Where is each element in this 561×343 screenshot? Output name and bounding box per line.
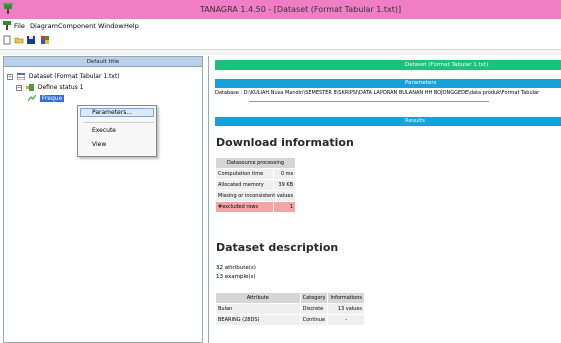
tree-label-frequency: Freque: [39, 95, 65, 102]
table-row: Computation time 0 ms: [215, 168, 297, 180]
tree-node-frequency[interactable]: Freque: [28, 94, 65, 103]
table-row: Bulan Discrete 13 values: [215, 303, 365, 315]
diagram-tree-pane: Default title − Dataset (Format Tabular …: [3, 56, 203, 343]
row-label: Allocated memory: [215, 179, 274, 191]
row-label: Computation time: [215, 168, 274, 180]
row-value: 1: [272, 201, 297, 213]
results-bar: Results: [215, 117, 561, 126]
menu-help[interactable]: Help: [124, 22, 139, 30]
cell: Discrete: [299, 303, 329, 315]
table-row: #excluded rows 1: [215, 201, 297, 213]
context-parameters[interactable]: Parameters...: [92, 109, 132, 116]
diagram-title: Default title: [4, 57, 202, 67]
cell: 13 values: [327, 303, 365, 315]
collapse-icon[interactable]: −: [7, 73, 13, 80]
menu-bar: File Diagram Component Window Help: [0, 19, 561, 33]
download-info-heading: Download information: [216, 136, 354, 149]
row-value: 0 ms: [272, 168, 297, 180]
cell: BEARING (28DS): [215, 314, 301, 326]
toolbar: [0, 33, 561, 49]
context-menu: Parameters... Execute View: [77, 105, 157, 157]
tree-node-define-status[interactable]: − Define status 1: [16, 83, 84, 92]
row-value: 39 KB: [272, 179, 297, 191]
save-icon[interactable]: [26, 35, 36, 45]
row-label: #excluded rows: [215, 201, 274, 213]
column-header: Attribute: [215, 292, 301, 304]
toolbar-divider: [0, 49, 561, 55]
define-status-icon: [25, 84, 34, 91]
menu-diagram[interactable]: Diagram: [30, 22, 58, 30]
collapse-icon[interactable]: −: [16, 84, 22, 91]
table-row: BEARING (28DS) Continue -: [215, 314, 365, 326]
load-data-icon[interactable]: [40, 35, 50, 45]
column-header: Category: [299, 292, 329, 304]
new-diagram-icon[interactable]: [2, 35, 12, 45]
menu-file[interactable]: File: [14, 22, 25, 30]
dataset-table-icon: [16, 73, 25, 80]
parameters-rule: [249, 101, 489, 102]
dataset-description-heading: Dataset description: [216, 241, 339, 254]
context-view[interactable]: View: [92, 141, 106, 148]
context-execute[interactable]: Execute: [92, 127, 116, 134]
tree-label-define-status: Define status 1: [37, 84, 84, 91]
column-header: Informations: [327, 292, 365, 304]
title-bar: TANAGRA 1.4.50 - [Dataset (Format Tabula…: [0, 0, 561, 19]
tree-node-dataset[interactable]: − Dataset (Format Tabular 1.txt): [7, 72, 120, 81]
results-pane: Dataset (Format Tabular 1.txt) Parameter…: [208, 56, 561, 343]
table-row: Missing or inconsistent values: [214, 190, 297, 202]
window-title: TANAGRA 1.4.50 - [Dataset (Format Tabula…: [199, 5, 402, 14]
open-icon[interactable]: [14, 35, 24, 45]
row-label: Missing or inconsistent values: [214, 190, 297, 202]
menu-component[interactable]: Component: [58, 22, 96, 30]
dataset-header-bar: Dataset (Format Tabular 1.txt): [215, 60, 561, 70]
context-separator: [84, 122, 154, 123]
database-path: Database : D:\KULIAH Nusa Mandiri\SEMEST…: [215, 90, 540, 96]
parameters-bar: Parameters: [215, 79, 561, 88]
cell: Bulan: [215, 303, 301, 315]
cell: -: [327, 314, 365, 326]
tanagra-menu-icon[interactable]: [2, 20, 12, 30]
component-icon: [28, 95, 36, 102]
table-header: Datasource processing: [214, 157, 297, 169]
examples-count: 13 example(s): [216, 274, 256, 280]
table-row: Allocated memory 39 KB: [215, 179, 297, 191]
tree-label-dataset: Dataset (Format Tabular 1.txt): [28, 73, 120, 80]
menu-window[interactable]: Window: [98, 22, 124, 30]
cell: Continue: [299, 314, 329, 326]
attributes-table: Attribute Category Informations Bulan Di…: [215, 292, 365, 326]
download-info-table: Datasource processing Computation time 0…: [214, 157, 297, 213]
attributes-count: 32 attribute(s): [216, 265, 256, 271]
